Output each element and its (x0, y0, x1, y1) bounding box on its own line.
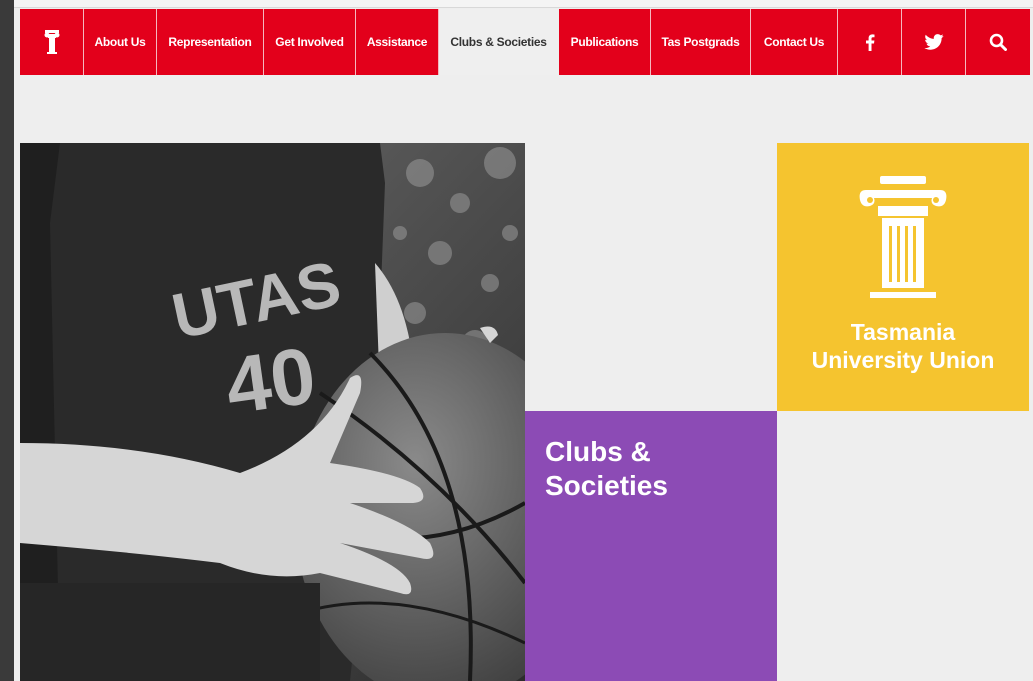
logo-text: Tasmania University Union (777, 318, 1029, 374)
logo-line2: University Union (811, 347, 995, 373)
top-strip (14, 0, 1033, 8)
facebook-icon (865, 33, 874, 51)
search-button[interactable] (966, 9, 1030, 75)
search-icon (989, 33, 1007, 51)
home-logo-button[interactable] (20, 9, 84, 75)
nav-tas-postgrads[interactable]: Tas Postgrads (651, 9, 751, 75)
twitter-button[interactable] (902, 9, 966, 75)
nav-contact-us[interactable]: Contact Us (751, 9, 838, 75)
nav-get-involved[interactable]: Get Involved (264, 9, 356, 75)
tuu-logo-block[interactable]: Tasmania University Union (777, 143, 1029, 411)
nav-publications[interactable]: Publications (559, 9, 651, 75)
logo-line1: Tasmania (850, 319, 956, 345)
basketball-player-image: UTAS 40 (20, 143, 525, 681)
nav-clubs-societies[interactable]: Clubs & Societies (439, 9, 559, 75)
nav-label: Tas Postgrads (661, 35, 740, 49)
main-nav: About Us Representation Get Involved Ass… (20, 9, 1030, 75)
twitter-icon (923, 34, 944, 50)
nav-label: Get Involved (275, 35, 344, 49)
page-title: Clubs & Societies (545, 435, 765, 503)
section-title-block: Clubs & Societies (525, 411, 777, 681)
nav-about-us[interactable]: About Us (84, 9, 157, 75)
jersey-number: 40 (220, 330, 321, 431)
column-logo-icon (859, 176, 947, 298)
nav-label: About Us (94, 35, 146, 49)
nav-label: Contact Us (763, 35, 825, 49)
page-title-line2: Societies (545, 470, 668, 501)
page: About Us Representation Get Involved Ass… (14, 0, 1033, 681)
page-title-line1: Clubs & (545, 436, 651, 467)
nav-representation[interactable]: Representation (157, 9, 264, 75)
nav-label: Clubs & Societies (450, 35, 547, 49)
hero-photo: UTAS 40 (20, 143, 525, 681)
nav-label: Representation (168, 35, 252, 49)
facebook-button[interactable] (838, 9, 902, 75)
nav-assistance[interactable]: Assistance (356, 9, 439, 75)
column-logo-icon (44, 30, 59, 54)
nav-label: Publications (570, 35, 639, 49)
nav-label: Assistance (366, 35, 428, 49)
